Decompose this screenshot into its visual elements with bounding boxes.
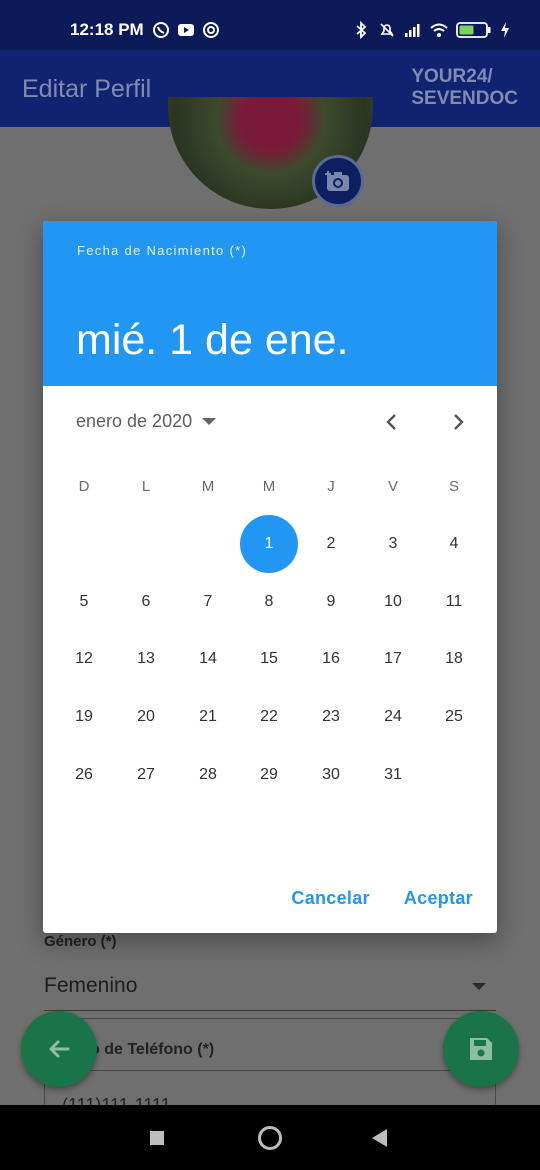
mute-icon [380, 23, 394, 37]
calendar-day[interactable]: 20 [117, 688, 175, 746]
whatsapp-icon [153, 22, 169, 38]
wifi-icon [430, 23, 448, 37]
brand-logo: YOUR24/ SEVENDOC [411, 66, 518, 110]
caret-down-icon [202, 418, 217, 425]
weekday-label: M [201, 478, 215, 495]
accept-button[interactable]: Aceptar [404, 888, 473, 909]
calendar-day[interactable]: 29 [240, 746, 298, 804]
calendar-day[interactable]: 17 [364, 630, 422, 688]
calendar-day[interactable]: 26 [55, 746, 113, 804]
calendar-day[interactable]: 12 [55, 630, 113, 688]
calendar-day[interactable]: 8 [240, 573, 298, 631]
weekday-label: J [327, 478, 335, 495]
youtube-icon [178, 24, 194, 36]
chevron-left-icon [386, 414, 396, 430]
calendar-day-selected[interactable]: 1 [240, 515, 298, 573]
status-bar: 12:18 PM [0, 0, 540, 50]
calendar-day[interactable]: 10 [364, 573, 422, 631]
calendar-day[interactable]: 30 [302, 746, 360, 804]
weekday-label: M [262, 478, 276, 495]
calendar-day[interactable]: 11 [425, 573, 483, 631]
calendar-day[interactable]: 16 [302, 630, 360, 688]
calendar-day[interactable]: 5 [55, 573, 113, 631]
calendar-day[interactable]: 31 [364, 746, 422, 804]
gender-select[interactable]: Femenino [44, 974, 137, 998]
date-picker-dialog: Fecha de Nacimiento (*) mié. 1 de ene. e… [43, 221, 497, 933]
calendar-day[interactable]: 25 [425, 688, 483, 746]
weekday-label: V [387, 478, 398, 495]
calendar-day[interactable]: 23 [302, 688, 360, 746]
next-month-button[interactable] [443, 407, 473, 437]
dialog-actions: Cancelar Aceptar [291, 888, 473, 909]
status-left-icons [152, 21, 220, 39]
month-year-label: enero de 2020 [76, 411, 193, 431]
calendar-day[interactable]: 27 [117, 746, 175, 804]
cancel-button[interactable]: Cancelar [291, 888, 369, 909]
charging-icon [501, 22, 509, 38]
save-button[interactable] [443, 1011, 519, 1087]
page-title: Editar Perfil [22, 75, 152, 103]
back-button[interactable] [21, 1011, 97, 1087]
calendar-day[interactable]: 9 [302, 573, 360, 631]
calendar-day[interactable]: 15 [240, 630, 298, 688]
date-picker-header: Fecha de Nacimiento (*) mié. 1 de ene. [43, 221, 497, 386]
dropdown-arrow-icon[interactable] [472, 983, 486, 990]
arrow-left-icon [49, 1040, 70, 1058]
bluetooth-icon [356, 21, 367, 39]
logo-line-2: SEVENDOC [411, 88, 518, 109]
camera-icon [325, 171, 349, 191]
calendar-day[interactable]: 13 [117, 630, 175, 688]
calendar-day[interactable]: 4 [425, 515, 483, 573]
calendar-day[interactable]: 18 [425, 630, 483, 688]
status-right-icons [352, 21, 510, 39]
month-year-selector[interactable]: enero de 2020 [76, 411, 217, 432]
selected-date-title: mié. 1 de ene. [76, 316, 349, 364]
logo-line-1: YOUR24/ [411, 66, 493, 87]
status-time: 12:18 PM [70, 20, 144, 39]
calendar-day[interactable]: 28 [179, 746, 237, 804]
calendar-day[interactable]: 7 [179, 573, 237, 631]
app-icon [203, 22, 219, 38]
calendar-day[interactable]: 2 [302, 515, 360, 573]
weekday-label: L [141, 478, 151, 495]
weekday-label: D [78, 478, 90, 495]
battery-icon [456, 22, 491, 38]
back-nav-button[interactable] [372, 1129, 387, 1147]
calendar-day[interactable]: 14 [179, 630, 237, 688]
calendar-day[interactable]: 24 [364, 688, 422, 746]
phone-label: o de Teléfono (*) [90, 1041, 215, 1058]
divider [44, 1010, 496, 1011]
calendar-day[interactable]: 21 [179, 688, 237, 746]
date-picker-help-text: Fecha de Nacimiento (*) [77, 243, 248, 258]
signal-icon [405, 24, 420, 37]
recent-apps-button[interactable] [150, 1131, 164, 1145]
chevron-right-icon [454, 414, 464, 430]
save-icon [470, 1038, 492, 1060]
calendar-day[interactable]: 22 [240, 688, 298, 746]
calendar-day[interactable]: 3 [364, 515, 422, 573]
previous-month-button[interactable] [377, 407, 407, 437]
gender-label: Género (*) [44, 933, 117, 950]
calendar-day[interactable]: 19 [55, 688, 113, 746]
weekday-label: S [448, 478, 459, 495]
calendar-day[interactable]: 6 [117, 573, 175, 631]
system-navigation-bar [0, 1105, 540, 1170]
change-photo-button[interactable] [312, 155, 364, 207]
home-button[interactable] [258, 1126, 282, 1150]
